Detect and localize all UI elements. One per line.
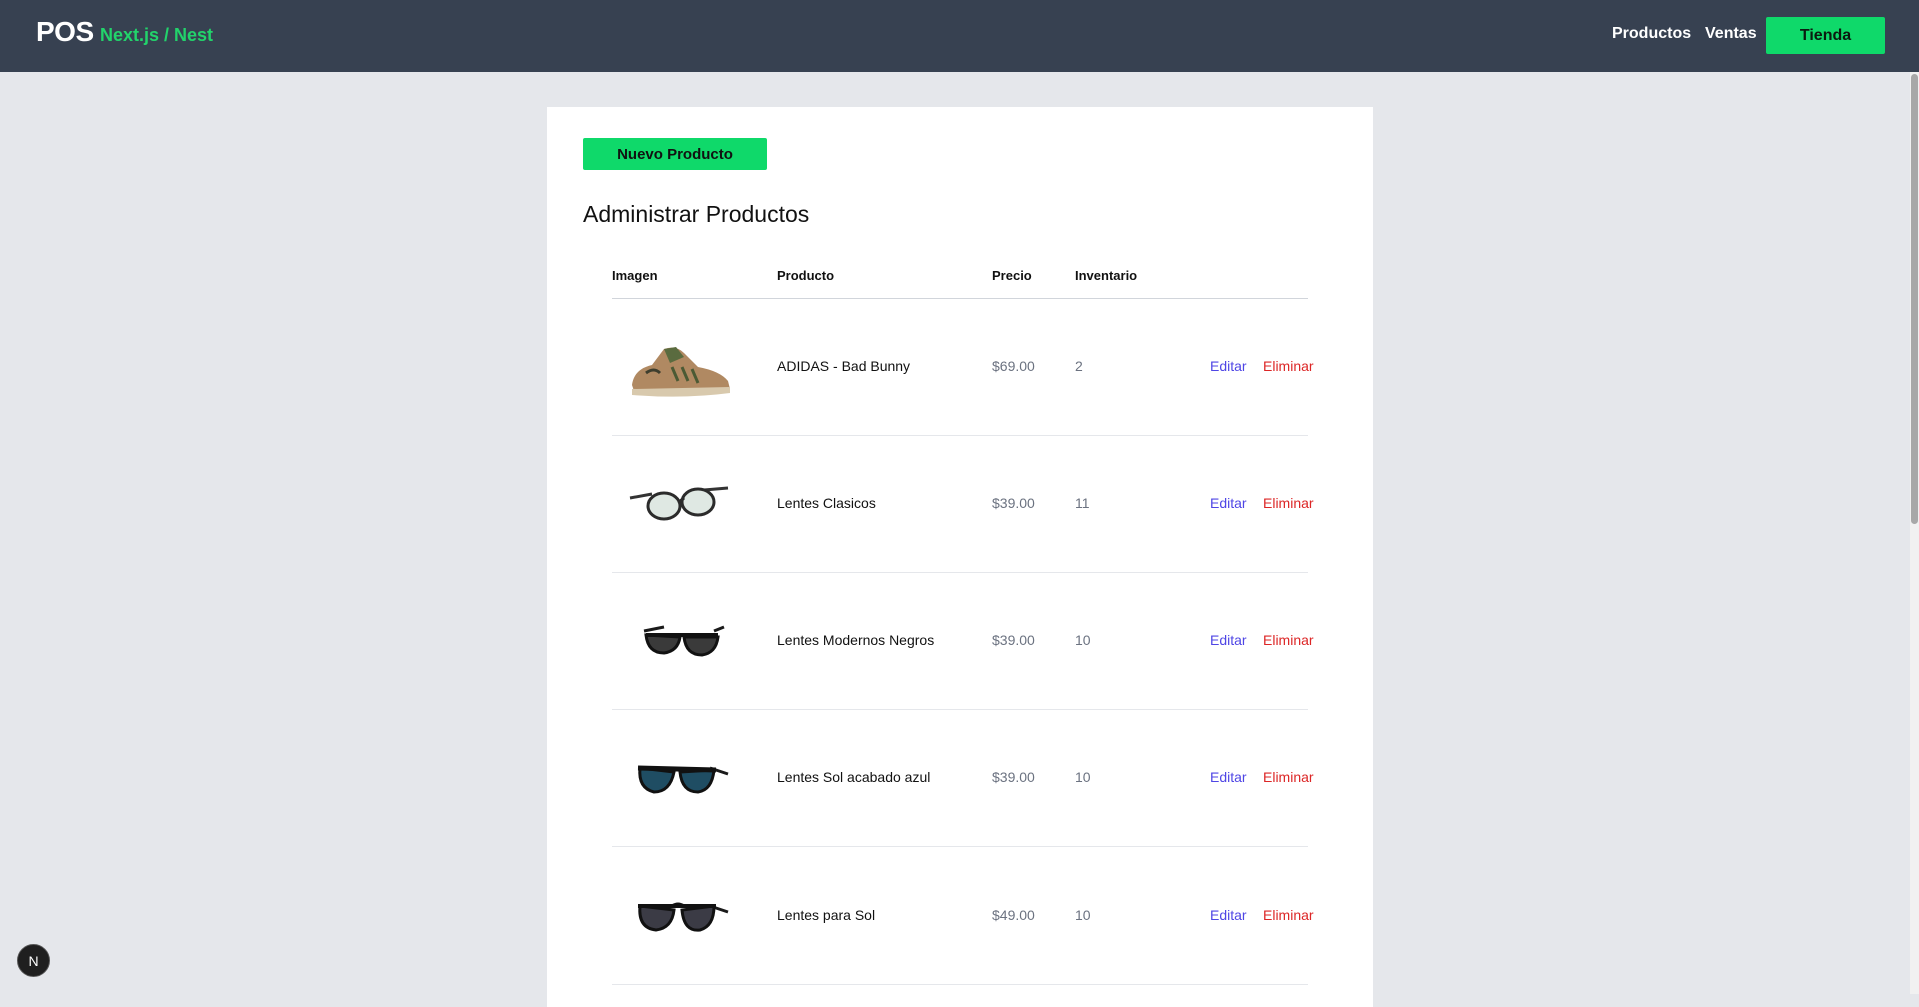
table-row: Lentes Clasicos $39.00 11 Editar Elimina…	[612, 436, 1314, 573]
new-product-button[interactable]: Nuevo Producto	[583, 138, 767, 170]
product-name: Lentes Sol acabado azul	[777, 769, 931, 785]
nav-productos-link[interactable]: Productos	[1612, 25, 1691, 43]
product-price: $39.00	[992, 632, 1035, 648]
product-stock: 10	[1075, 769, 1091, 785]
header-inventario: Inventario	[1075, 268, 1138, 283]
product-stock: 2	[1075, 358, 1083, 374]
edit-link[interactable]: Editar	[1210, 769, 1247, 785]
products-panel: Nuevo Producto Administrar Productos Ima…	[547, 107, 1373, 1007]
product-stock: 11	[1075, 495, 1090, 511]
vertical-scrollbar[interactable]	[1910, 72, 1919, 994]
delete-link[interactable]: Eliminar	[1263, 632, 1314, 648]
product-stock: 10	[1075, 907, 1091, 923]
edit-link[interactable]: Editar	[1210, 358, 1247, 374]
product-stock: 10	[1075, 632, 1091, 648]
logo[interactable]: POS	[36, 16, 94, 48]
product-name: Lentes Modernos Negros	[777, 632, 935, 648]
product-price: $49.00	[992, 907, 1035, 923]
product-price: $39.00	[992, 495, 1035, 511]
delete-link[interactable]: Eliminar	[1263, 358, 1314, 374]
table-row: Lentes Sol acabado azul $39.00 10 Editar…	[612, 710, 1314, 847]
table-header: Imagen Producto Precio Inventario	[612, 268, 1308, 299]
delete-link[interactable]: Eliminar	[1263, 495, 1314, 511]
sneaker-image	[624, 327, 734, 407]
edit-link[interactable]: Editar	[1210, 632, 1247, 648]
product-name: Lentes para Sol	[777, 907, 876, 923]
black-sunglasses-image	[624, 601, 734, 681]
product-name: Lentes Clasicos	[777, 495, 876, 511]
scrollbar-thumb[interactable]	[1911, 74, 1918, 524]
edit-link[interactable]: Editar	[1210, 495, 1247, 511]
table-row: Lentes Modernos Negros $39.00 10 Editar …	[612, 573, 1314, 710]
delete-link[interactable]: Eliminar	[1263, 907, 1314, 923]
table-row: Lentes para Sol $49.00 10 Editar Elimina…	[612, 848, 1314, 985]
top-navbar: POS Next.js / Nest Productos Ventas Tien…	[0, 0, 1919, 72]
clear-glasses-image	[624, 464, 734, 544]
nextjs-dev-badge[interactable]: N	[17, 944, 50, 977]
logo-subtitle: Next.js / Nest	[100, 25, 214, 45]
page-title: Administrar Productos	[583, 201, 810, 227]
header-precio: Precio	[992, 268, 1032, 283]
aviator-sunglasses-image	[624, 876, 734, 956]
header-producto: Producto	[777, 268, 835, 283]
nav-ventas-link[interactable]: Ventas	[1705, 25, 1757, 43]
product-price: $39.00	[992, 769, 1035, 785]
edit-link[interactable]: Editar	[1210, 907, 1247, 923]
product-price: $69.00	[992, 358, 1035, 374]
tienda-button[interactable]: Tienda	[1766, 17, 1885, 54]
blue-sunglasses-image	[624, 738, 734, 818]
header-imagen: Imagen	[612, 268, 658, 283]
delete-link[interactable]: Eliminar	[1263, 769, 1314, 785]
product-name: ADIDAS - Bad Bunny	[777, 358, 911, 374]
table-row: ADIDAS - Bad Bunny $69.00 2 Editar Elimi…	[612, 299, 1314, 436]
